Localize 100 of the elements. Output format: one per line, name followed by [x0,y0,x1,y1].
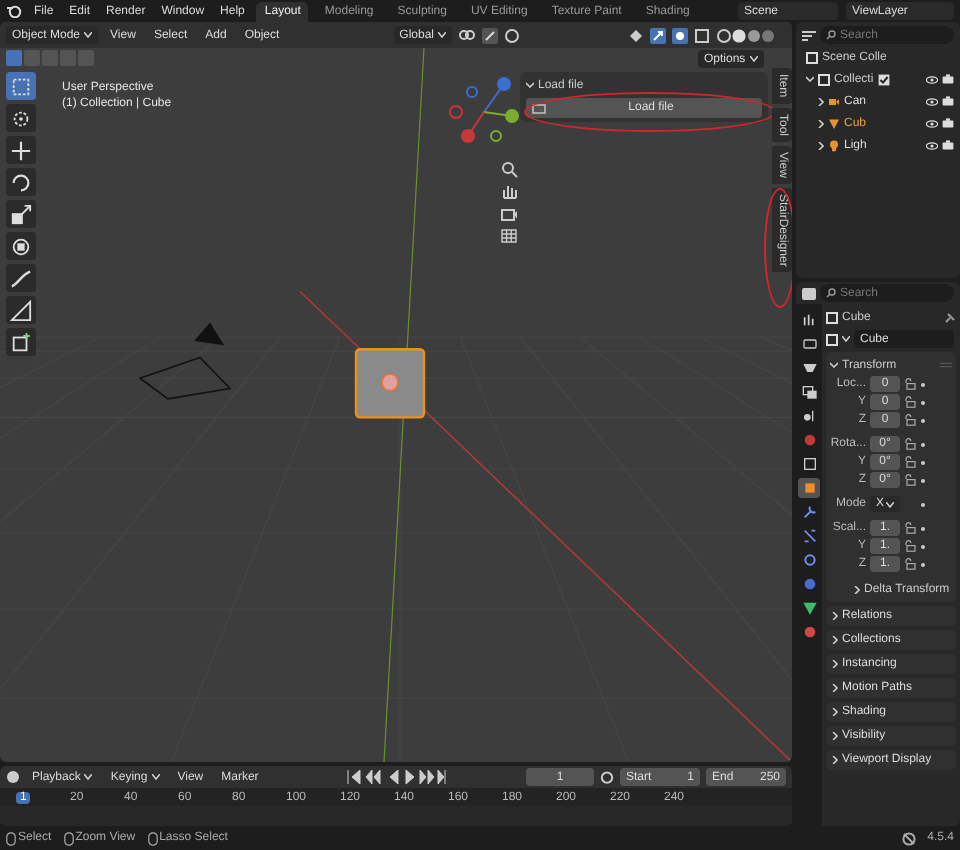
properties-tab[interactable] [798,310,820,330]
network-off-icon [901,831,916,845]
playback-controls-icon[interactable] [345,770,446,784]
chevron-icon [818,97,824,105]
keyframe-dot-icon[interactable] [920,543,926,549]
chevron-icon [832,684,838,692]
properties-tab[interactable] [798,502,820,522]
snap-icon[interactable] [482,27,498,43]
camera-icon[interactable] [942,74,954,84]
grid-icon[interactable] [500,226,518,244]
tool-icon [801,312,817,328]
keyframe-dot-icon[interactable] [920,561,926,567]
keyframe-dot-icon[interactable] [920,501,926,507]
eye-icon[interactable] [926,141,938,149]
chevron-icon [818,119,824,127]
annotate-icon [10,267,32,289]
caret-icon [842,336,850,342]
printer-icon [801,360,817,376]
properties-tab[interactable] [798,598,820,618]
lock-icon[interactable] [904,456,916,468]
keyframe-dot-icon[interactable] [920,477,926,483]
eye-icon[interactable] [926,97,938,105]
chevron-icon [818,141,824,149]
chevron-icon [526,82,534,88]
camera-object-drawing [139,322,232,400]
square-icon [826,311,838,323]
axis-gizmo-icon[interactable] [444,76,524,148]
cursor-icon [10,107,32,129]
tool-button[interactable] [6,136,36,164]
lock-icon[interactable] [904,474,916,486]
lock-icon[interactable] [904,540,916,552]
hand-icon[interactable] [500,182,518,200]
keyframe-dot-icon[interactable] [920,525,926,531]
camera-icon[interactable] [942,96,954,106]
clock-icon[interactable] [6,770,20,784]
keyframe-dot-icon[interactable] [920,399,926,405]
tool-button[interactable] [6,296,36,324]
box-icon [818,73,830,85]
square-icon [801,480,817,496]
eye-icon[interactable] [926,119,938,127]
app-logo-icon[interactable] [6,4,22,18]
chevron-icon [832,756,838,764]
properties-tab[interactable] [798,550,820,570]
drag-handle-icon[interactable] [940,362,952,368]
image-stack-icon [801,384,817,400]
camera-icon[interactable] [500,204,518,222]
tool-button[interactable] [6,328,36,356]
link-icon[interactable] [458,28,476,42]
camera-icon[interactable] [942,140,954,150]
tool-button[interactable] [6,264,36,292]
lock-icon[interactable] [904,438,916,450]
camera-icon [828,95,840,107]
properties-tab[interactable] [798,526,820,546]
lock-icon[interactable] [904,414,916,426]
mouse-icon [6,831,16,845]
chevron-icon [832,612,838,620]
caret-icon [749,56,758,62]
shading-modes-icon[interactable] [716,27,776,43]
xray-icon[interactable] [694,27,710,43]
caret-icon [151,774,160,780]
lock-icon[interactable] [904,396,916,408]
eye-icon[interactable] [926,75,938,83]
keyframe-dot-icon[interactable] [920,381,926,387]
caret-icon [886,501,894,507]
triangle-icon [801,600,817,616]
chevron-icon [832,660,838,668]
gizmo-toggle-icon[interactable] [650,27,666,43]
lock-icon[interactable] [904,378,916,390]
box-icon [806,51,818,63]
proportional-icon[interactable] [504,27,520,43]
lock-icon[interactable] [904,522,916,534]
search-icon [826,288,836,298]
editor-type-icon[interactable] [802,287,816,299]
keyframe-dot-icon[interactable] [920,441,926,447]
zoom-icon[interactable] [500,160,518,178]
triangle-icon [828,117,840,129]
stopwatch-icon[interactable] [600,770,615,784]
mouse-icon [63,831,74,845]
properties-tab[interactable] [798,334,820,354]
camera-icon[interactable] [942,118,954,128]
properties-tab[interactable] [798,358,820,378]
lock-icon[interactable] [904,558,916,570]
tool-button[interactable] [6,104,36,132]
add-cube-icon [10,331,32,353]
keyframe-dot-icon[interactable] [920,459,926,465]
tool-button[interactable] [6,232,36,260]
properties-tab[interactable] [798,478,820,498]
tool-button[interactable] [6,200,36,228]
properties-tab[interactable] [798,454,820,474]
tool-button[interactable] [6,168,36,196]
search-icon [826,30,836,40]
move-icon [10,139,32,161]
chevron-icon [806,76,814,82]
filter-icon[interactable] [802,29,816,41]
properties-tab[interactable] [798,382,820,402]
orbit-icon [801,552,817,568]
keyframe-dot-icon[interactable] [920,417,926,423]
checkbox[interactable] [877,73,890,85]
overlay-toggle-icon[interactable] [672,27,688,43]
pin-icon[interactable] [944,311,956,323]
